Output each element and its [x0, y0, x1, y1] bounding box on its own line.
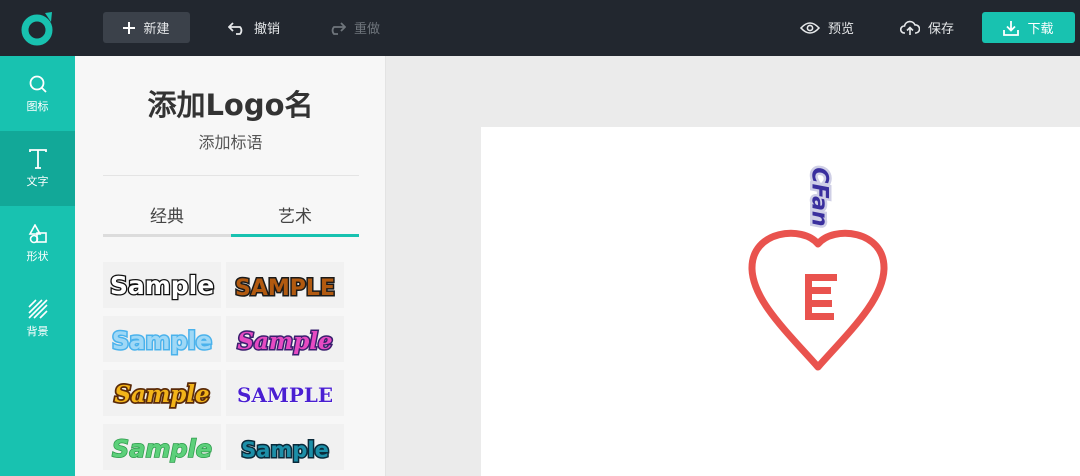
text-style-sample[interactable]: Sample	[226, 424, 344, 470]
tab-active-indicator	[231, 234, 359, 237]
new-label: 新建	[143, 22, 170, 37]
text-style-sample[interactable]: Sample	[103, 262, 221, 308]
sample-text: Sample	[237, 328, 332, 355]
sample-text: SAMPLE	[235, 276, 335, 301]
nav-label-icons: 图标	[26, 99, 49, 113]
undo-icon	[228, 21, 243, 35]
text-style-sample[interactable]: Sample	[103, 370, 221, 416]
background-icon	[27, 298, 48, 319]
undo-button[interactable]: 撤销	[228, 12, 280, 43]
download-label: 下载	[1027, 22, 1054, 37]
nav-label-text: 文字	[26, 174, 49, 188]
nav-item-background[interactable]: 背景	[0, 281, 75, 356]
nav-item-icons[interactable]: 图标	[0, 56, 75, 131]
add-logo-name-button[interactable]: 添加Logo名	[75, 82, 386, 124]
text-style-sample[interactable]: Sample	[103, 316, 221, 362]
sample-text: Sample	[114, 381, 209, 408]
redo-label: 重做	[354, 22, 381, 37]
search-icon	[29, 75, 47, 93]
left-nav: 图标 文字 形状 背景	[0, 56, 75, 476]
text-panel: 添加Logo名 添加标语 经典 艺术 Sample SAMPLE Sample …	[75, 56, 386, 476]
new-button[interactable]: 新建	[103, 12, 190, 43]
logo-text: CFan	[807, 167, 832, 226]
nav-label-shapes: 形状	[26, 249, 49, 263]
design-canvas[interactable]: CFan	[481, 127, 1080, 476]
text-style-sample[interactable]: Sample	[103, 424, 221, 470]
nav-item-text[interactable]: 文字	[0, 131, 75, 206]
preview-button[interactable]: 预览	[800, 12, 854, 43]
tab-classic[interactable]: 经典	[103, 202, 231, 227]
plus-icon	[123, 21, 136, 34]
cloud-upload-icon	[900, 20, 920, 35]
shapes-icon	[28, 223, 47, 243]
sample-text: Sample	[112, 327, 212, 355]
undo-label: 撤销	[254, 22, 281, 37]
preview-label: 预览	[828, 22, 855, 37]
text-style-sample[interactable]: SAMPLE	[226, 262, 344, 308]
eye-icon	[800, 21, 820, 34]
logo-preview: CFan	[748, 165, 888, 371]
sample-text: Sample	[110, 271, 214, 300]
app-logo-icon[interactable]	[18, 8, 58, 48]
tab-art[interactable]: 艺术	[231, 202, 359, 227]
redo-icon	[331, 21, 346, 35]
divider	[103, 175, 359, 176]
text-icon	[28, 148, 47, 169]
text-style-sample[interactable]: Sample	[226, 316, 344, 362]
sample-text: Sample	[112, 435, 212, 463]
nav-item-shapes[interactable]: 形状	[0, 206, 75, 281]
text-style-sample[interactable]: SAMPLE	[226, 370, 344, 416]
sample-text: SAMPLE	[237, 383, 333, 407]
add-slogan-button[interactable]: 添加标语	[75, 129, 386, 153]
heart-icon[interactable]	[748, 229, 888, 371]
save-button[interactable]: 保存	[900, 12, 954, 43]
sample-text: Sample	[241, 438, 329, 462]
download-button[interactable]: 下载	[982, 12, 1075, 43]
save-label: 保存	[928, 22, 955, 37]
nav-label-background: 背景	[26, 324, 49, 338]
download-icon	[1003, 20, 1020, 36]
redo-button[interactable]: 重做	[328, 12, 380, 43]
top-toolbar: 新建 撤销 重做 预览 保存 下载	[0, 0, 1080, 56]
logo-text-group[interactable]: CFan	[804, 165, 834, 229]
